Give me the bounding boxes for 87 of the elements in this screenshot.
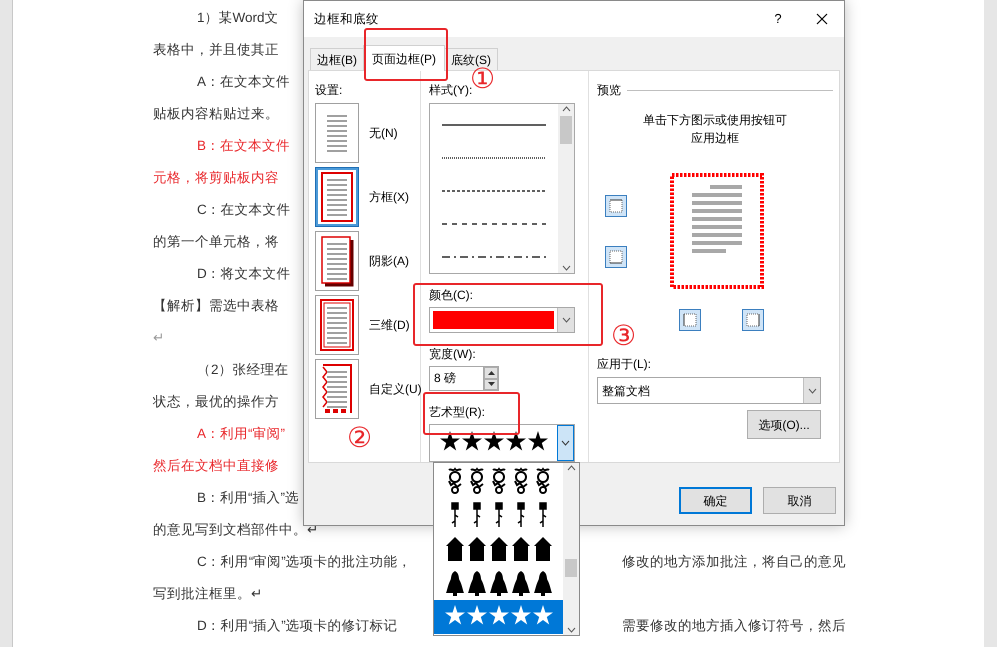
scrollbar-thumb[interactable] <box>560 116 572 144</box>
settings-label: 设置: <box>315 82 344 99</box>
art-option-list[interactable] <box>433 462 580 636</box>
boxed-page-icon <box>319 171 355 223</box>
dialog-title: 边框和底纹 <box>314 10 380 28</box>
preview-label: 预览 <box>597 82 621 99</box>
border-toggle-button[interactable] <box>679 309 701 331</box>
art-dropdown[interactable] <box>429 424 575 462</box>
bell-icon <box>510 569 530 597</box>
border-icon <box>609 250 623 264</box>
document-text: （2）张经理在 <box>197 360 289 379</box>
shadowed-page-icon <box>319 235 355 287</box>
border-icon <box>609 199 623 213</box>
ok-button[interactable]: 确定 <box>679 487 752 514</box>
spin-down-button[interactable] <box>484 378 498 390</box>
scroll-up-icon <box>566 465 576 471</box>
document-text: 状态，最优的操作方 <box>153 392 279 411</box>
triangle-up-icon <box>488 370 494 375</box>
border-toggle-button[interactable] <box>605 195 627 217</box>
chevron-down-icon <box>562 317 570 323</box>
setting-label: 阴影(A) <box>369 253 409 270</box>
document-text: A：利用“审阅” <box>197 424 285 443</box>
document-text: B：在文本文件 <box>197 136 290 155</box>
document-text: C：在文本文件 <box>197 200 291 219</box>
wavy-border-page-icon <box>319 363 355 415</box>
apply-to-label: 应用于(L): <box>597 356 652 373</box>
setting-label: 无(N) <box>369 125 398 142</box>
border-icon <box>683 313 697 327</box>
setting-label: 方框(X) <box>369 189 409 206</box>
document-text: 修改的地方添加批注，将自己的意见 <box>622 552 846 571</box>
options-button[interactable]: 选项(O)... <box>747 410 821 439</box>
dropdown-value: 整篇文档 <box>602 382 650 400</box>
framed-page-icon <box>319 299 355 351</box>
spin-up-button[interactable] <box>484 367 498 378</box>
document-text: ↵ <box>153 328 164 347</box>
document-text: 需要修改的地方插入修订符号，然后 <box>622 616 846 635</box>
document-text: 写到批注框里。↵ <box>153 584 262 603</box>
scrollbar-thumb[interactable] <box>565 559 577 577</box>
document-text: C：利用“审阅”选项卡的批注功能， <box>197 552 412 571</box>
step-number: ② <box>347 424 372 452</box>
document-text: D：将文本文件 <box>197 264 291 283</box>
setting-button[interactable] <box>315 231 359 291</box>
border-toggle-button[interactable] <box>742 309 764 331</box>
color-dropdown[interactable] <box>429 307 575 333</box>
help-button[interactable]: ? <box>756 1 800 37</box>
setting-label: 自定义(U) <box>369 381 422 398</box>
document-text: 然后在文档中直接修 <box>153 456 279 475</box>
border-icon <box>746 313 760 327</box>
scroll-down-icon <box>562 265 570 271</box>
document-text: D：利用“插入”选项卡的修订标记 <box>197 616 398 635</box>
chevron-down-icon <box>561 440 570 446</box>
bell-icon <box>488 569 508 597</box>
chevron-down-icon <box>808 388 816 394</box>
document-text: 的第一个单元格，将 <box>153 232 279 251</box>
art-label: 艺术型(R): <box>429 404 486 421</box>
triangle-down-icon <box>488 382 494 386</box>
scroll-down-icon <box>566 627 576 633</box>
step-number: ③ <box>611 322 636 350</box>
document-text: A：在文本文件 <box>197 72 290 91</box>
bell-icon <box>532 569 552 597</box>
color-label: 颜色(C): <box>429 287 474 304</box>
document-text: 【解析】需选中表格 <box>153 296 279 315</box>
border-toggle-button[interactable] <box>605 246 627 268</box>
width-label: 宽度(W): <box>429 346 477 363</box>
preview-hint: 单击下方图示或使用按钮可应用边框 <box>642 112 788 147</box>
house-icon <box>444 535 464 563</box>
tab[interactable]: 页面边框(P) <box>363 45 445 71</box>
house-icon <box>510 535 530 563</box>
style-label: 样式(Y): <box>429 83 472 99</box>
house-icon <box>488 535 508 563</box>
bell-icon <box>466 569 486 597</box>
document-text: 贴板内容粘贴过来。 <box>153 104 279 123</box>
width-field[interactable]: 8 磅 <box>429 366 483 391</box>
apply-to-dropdown[interactable]: 整篇文档 <box>597 377 821 404</box>
house-icon <box>532 535 552 563</box>
scroll-up-icon <box>562 106 570 112</box>
cancel-button[interactable]: 取消 <box>763 487 836 514</box>
close-icon <box>816 13 828 25</box>
setting-label: 三维(D) <box>369 317 410 334</box>
document-text: B：利用“插入”选 <box>197 488 299 507</box>
document-text: 表格中，并且使其正 <box>153 40 279 59</box>
document-text: 1）某Word文 <box>197 8 279 27</box>
bell-icon <box>444 569 464 597</box>
tab[interactable]: 边框(B) <box>310 48 364 70</box>
house-icon <box>466 535 486 563</box>
document-text: 元格，将剪贴板内容 <box>153 168 279 187</box>
document-text: 的意见写到文档部件中。↵ <box>153 520 318 539</box>
